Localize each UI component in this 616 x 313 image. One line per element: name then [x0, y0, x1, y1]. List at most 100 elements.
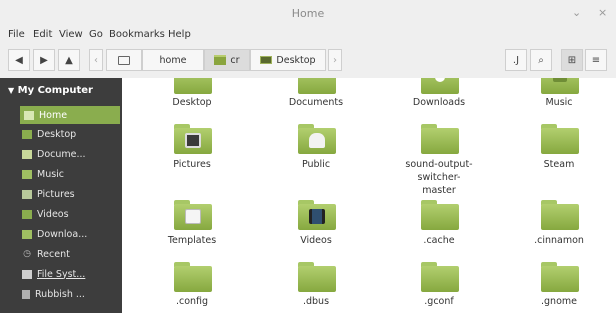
gnome-folder-icon[interactable]	[541, 262, 579, 292]
file-item-config[interactable]: .config	[137, 295, 247, 308]
breadcrumb-home-label: home	[159, 54, 187, 66]
sidebar-item-label: Videos	[37, 208, 69, 220]
file-item-gconf[interactable]: .gconf	[384, 295, 494, 308]
sidebar-section-my-computer[interactable]: ▼ My Computer	[8, 85, 93, 96]
list-view-icon: ≡	[591, 54, 601, 66]
file-item-pictures[interactable]: Pictures	[137, 158, 247, 171]
title-bar: Home ⌄ ×	[0, 0, 616, 27]
documents-icon	[22, 149, 32, 159]
arrow-up-icon: ▲	[65, 54, 73, 66]
menu-view[interactable]: View	[59, 29, 83, 40]
back-button[interactable]: ◀	[8, 49, 30, 71]
documents-folder-icon[interactable]	[298, 78, 336, 94]
templates-folder-icon[interactable]	[174, 200, 212, 230]
sidebar-item-label: Desktop	[37, 128, 77, 140]
file-item-sound-output-switcher-master[interactable]: sound-output-switcher- master	[384, 158, 494, 197]
toolbar: ◀ ▶ ▲ ‹ home cr Desktop › .J ⌕ ⊞ ≡	[0, 44, 616, 79]
sidebar-item-label: Recent	[37, 248, 70, 260]
scroll-left-button[interactable]: ‹	[89, 49, 103, 71]
sidebar-item-label: File Syst...	[37, 268, 86, 280]
sidebar-item-label: Rubbish ...	[35, 288, 85, 300]
desktop-icon	[260, 56, 273, 64]
drive-icon	[118, 55, 130, 65]
icon-view-button[interactable]: ⊞	[561, 49, 583, 71]
file-item-downloads[interactable]: Downloads	[384, 96, 494, 109]
arrow-left-icon: ◀	[15, 54, 23, 66]
config-folder-icon[interactable]	[174, 262, 212, 292]
file-item-steam[interactable]: Steam	[504, 158, 614, 171]
recent-icon: ◷	[23, 248, 31, 259]
breadcrumb-cr[interactable]: cr	[204, 49, 250, 71]
sidebar-item-label: Music	[37, 168, 65, 180]
public-folder-icon[interactable]	[298, 124, 336, 154]
downloads-folder-icon[interactable]	[421, 78, 459, 94]
sidebar-item-home[interactable]: Home	[20, 106, 120, 124]
sidebar-item-trash[interactable]: Rubbish ...	[22, 285, 118, 303]
file-item-gnome[interactable]: .gnome	[504, 295, 614, 308]
file-item-cache[interactable]: .cache	[384, 234, 494, 247]
file-item-documents[interactable]: Documents	[261, 96, 371, 109]
music-folder-icon[interactable]	[541, 78, 579, 94]
window-title: Home	[291, 7, 325, 20]
cinnamon-folder-icon[interactable]	[541, 200, 579, 230]
file-item-dbus[interactable]: .dbus	[261, 295, 371, 308]
file-view: Desktop Documents Downloads Music Pictur…	[122, 78, 616, 313]
menu-help[interactable]: Help	[168, 29, 191, 40]
search-button[interactable]: ⌕	[530, 49, 552, 71]
menu-bookmarks[interactable]: Bookmarks	[109, 29, 165, 40]
videos-folder-icon[interactable]	[298, 200, 336, 230]
breadcrumb-cr-label: cr	[230, 54, 240, 66]
cache-folder-icon[interactable]	[421, 200, 459, 230]
gconf-folder-icon[interactable]	[421, 262, 459, 292]
steam-folder-icon[interactable]	[541, 124, 579, 154]
scroll-right-button[interactable]: ›	[328, 49, 342, 71]
pictures-icon	[22, 189, 32, 199]
file-item-public[interactable]: Public	[261, 158, 371, 171]
root-location-button[interactable]	[106, 49, 142, 71]
sidebar-item-recent[interactable]: ◷ Recent	[22, 245, 118, 263]
menu-edit[interactable]: Edit	[33, 29, 52, 40]
breadcrumb-desktop-label: Desktop	[276, 54, 316, 66]
toggle-location-button[interactable]: .J	[505, 49, 527, 71]
sidebar-item-documents[interactable]: Docume...	[22, 145, 118, 163]
close-icon[interactable]: ×	[598, 6, 607, 19]
downloads-icon	[22, 229, 32, 239]
menu-go[interactable]: Go	[89, 29, 103, 40]
sidebar-item-label: Pictures	[37, 188, 75, 200]
sidebar-item-music[interactable]: Music	[22, 165, 118, 183]
sidebar-section-label: My Computer	[17, 85, 93, 96]
list-view-button[interactable]: ≡	[585, 49, 607, 71]
sidebar-item-label: Docume...	[37, 148, 86, 160]
location-toggle-icon: .J	[512, 54, 520, 66]
minimize-icon[interactable]: ⌄	[572, 6, 581, 19]
menu-bar: File Edit View Go Bookmarks Help	[0, 26, 616, 44]
grid-view-icon: ⊞	[567, 54, 577, 66]
search-icon: ⌕	[538, 54, 544, 66]
sidebar-item-pictures[interactable]: Pictures	[22, 185, 118, 203]
breadcrumb-desktop[interactable]: Desktop	[250, 49, 326, 71]
up-button[interactable]: ▲	[58, 49, 80, 71]
file-item-music[interactable]: Music	[504, 96, 614, 109]
sound-output-switcher-folder-icon[interactable]	[421, 124, 459, 154]
pictures-folder-icon[interactable]	[174, 124, 212, 154]
desktop-folder-icon[interactable]	[174, 78, 212, 94]
home-folder-icon	[214, 55, 227, 65]
sidebar-item-downloads[interactable]: Downloa...	[22, 225, 118, 243]
chevron-left-icon: ‹	[94, 54, 98, 66]
music-icon	[22, 169, 32, 179]
sidebar-item-label: Downloa...	[37, 228, 88, 240]
desktop-icon	[22, 129, 32, 139]
sidebar-item-desktop[interactable]: Desktop	[22, 125, 118, 143]
file-item-videos[interactable]: Videos	[261, 234, 371, 247]
breadcrumb-home[interactable]: home	[142, 49, 204, 71]
file-item-desktop[interactable]: Desktop	[137, 96, 247, 109]
videos-icon	[22, 209, 32, 219]
sidebar-item-filesystem[interactable]: File Syst...	[22, 265, 118, 283]
file-item-templates[interactable]: Templates	[137, 234, 247, 247]
forward-button[interactable]: ▶	[33, 49, 55, 71]
sidebar-item-videos[interactable]: Videos	[22, 205, 118, 223]
arrow-right-icon: ▶	[40, 54, 48, 66]
dbus-folder-icon[interactable]	[298, 262, 336, 292]
file-item-cinnamon[interactable]: .cinnamon	[504, 234, 614, 247]
menu-file[interactable]: File	[8, 29, 25, 40]
